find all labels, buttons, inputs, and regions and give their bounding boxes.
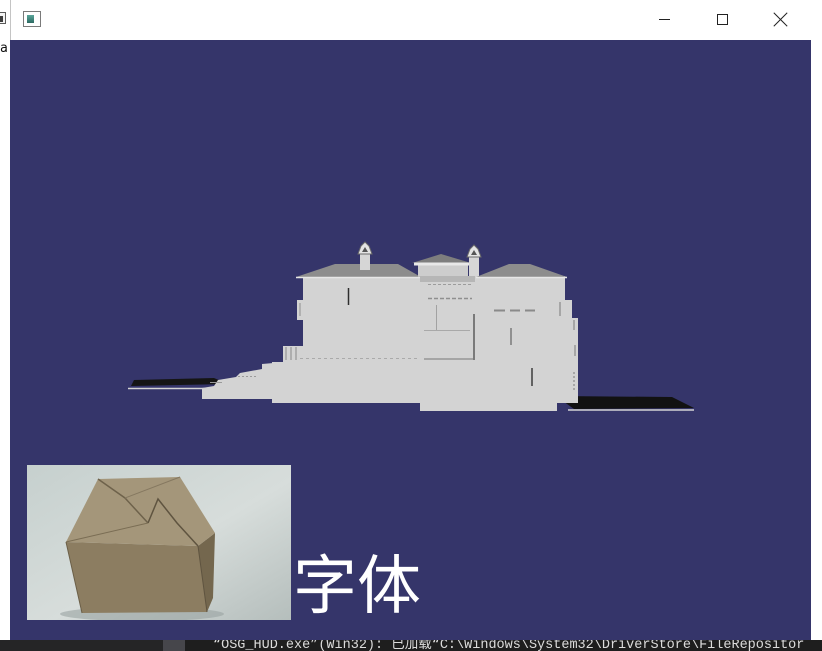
minimize-icon xyxy=(659,19,670,20)
hud-box-photo xyxy=(27,465,291,621)
output-log-line: “OSG_HUD.exe”(Win32): 已加载“C:\Windows\Sys… xyxy=(213,640,805,651)
hud-text: 字体 xyxy=(293,550,421,624)
output-gutter xyxy=(0,640,163,651)
title-bar[interactable] xyxy=(10,0,811,40)
osg-window: 字体 xyxy=(10,0,811,640)
chimney-left xyxy=(357,241,373,270)
minimize-button[interactable] xyxy=(635,0,693,40)
close-button[interactable] xyxy=(751,0,809,40)
close-icon xyxy=(773,12,788,27)
output-panel: “OSG_HUD.exe”(Win32): 已加载“C:\Windows\Sys… xyxy=(0,640,822,651)
chimney-right xyxy=(466,244,482,276)
3d-viewport[interactable]: 字体 xyxy=(10,40,811,640)
window-icon xyxy=(0,12,6,24)
house-facade xyxy=(202,276,578,411)
box-front-face xyxy=(66,542,207,613)
maximize-icon xyxy=(717,14,728,25)
maximize-button[interactable] xyxy=(693,0,751,40)
output-scrollbar-thumb[interactable] xyxy=(163,640,185,651)
house-roof xyxy=(296,254,567,282)
background-console-text: a xyxy=(0,41,8,56)
app-window-icon[interactable] xyxy=(23,11,41,27)
